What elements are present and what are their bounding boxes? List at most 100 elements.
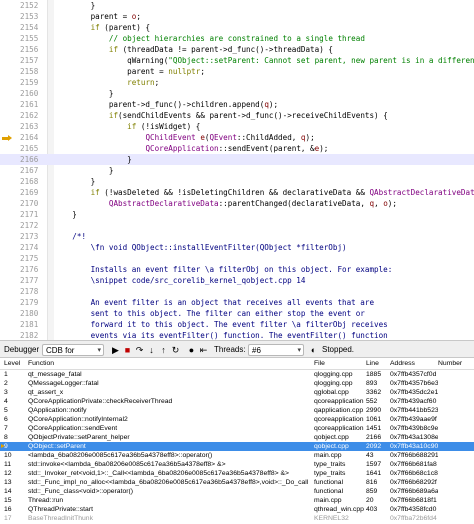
code-line[interactable]: 2159 return; xyxy=(0,77,474,88)
line-number[interactable]: 2154 xyxy=(20,22,46,33)
code-line[interactable]: 2181 forward it to this object. The even… xyxy=(0,319,474,330)
code-line[interactable]: 2173 /*! xyxy=(0,231,474,242)
code-line[interactable]: 2182 events via its eventFilter() functi… xyxy=(0,330,474,340)
stack-cell-file: functional xyxy=(314,488,344,495)
thread-select[interactable]: #6 QThread xyxy=(248,344,304,367)
stack-frame-row[interactable]: 8 QObjectPrivate::setParent_helper qobject… xyxy=(0,433,474,442)
column-header-number[interactable]: Number xyxy=(438,358,474,370)
line-number[interactable]: 2166 xyxy=(20,154,46,165)
code-line[interactable]: 2170 QAbstractDeclarativeData::parentCha… xyxy=(0,198,474,209)
line-number[interactable]: 2156 xyxy=(20,44,46,55)
code-line[interactable]: 2166 } xyxy=(0,154,474,165)
line-number[interactable]: 2158 xyxy=(20,66,46,77)
code-token: ); xyxy=(305,133,315,142)
step-over-icon[interactable]: ↷ xyxy=(134,344,145,356)
code-line[interactable]: 2161 parent->d_func()->children.append(q… xyxy=(0,99,474,110)
code-line[interactable]: 2169 if (!wasDeleted && !isDeletingChild… xyxy=(0,187,474,198)
code-line[interactable]: 2180 sent to this object. The filter can… xyxy=(0,308,474,319)
line-number[interactable]: 2153 xyxy=(20,11,46,22)
line-number[interactable]: 2168 xyxy=(20,176,46,187)
line-number[interactable]: 2182 xyxy=(20,330,46,340)
column-header-file[interactable]: File xyxy=(314,358,364,370)
code-line[interactable]: 2153 parent = o; xyxy=(0,11,474,22)
stop-icon[interactable]: ■ xyxy=(122,344,133,356)
line-number[interactable]: 2159 xyxy=(20,77,46,88)
line-number[interactable]: 2167 xyxy=(20,165,46,176)
code-line[interactable]: 2174 \fn void QObject::installEventFilte… xyxy=(0,242,474,253)
code-line[interactable]: 2165 QCoreApplication::sendEvent(parent,… xyxy=(0,143,474,154)
line-number[interactable]: 2178 xyxy=(20,286,46,297)
snapshot-icon[interactable]: ◐ xyxy=(308,344,319,356)
code-line[interactable]: 2178 xyxy=(0,286,474,297)
line-number[interactable]: 2162 xyxy=(20,110,46,121)
stack-frame-row[interactable]: 1 qt_message_fatal qlogging.cpp 1885 0x7ffb4… xyxy=(0,370,474,379)
line-number[interactable]: 2180 xyxy=(20,308,46,319)
line-number[interactable]: 2177 xyxy=(20,275,46,286)
code-line[interactable]: 2172 xyxy=(0,220,474,231)
step-out-icon[interactable]: ↑ xyxy=(158,344,169,356)
step-into-icon[interactable]: ↓ xyxy=(146,344,157,356)
stack-frame-row[interactable]: 9 QObject::setParent qobject.cpp 2092 0x7ffb… xyxy=(0,442,474,451)
restart-icon[interactable]: ↻ xyxy=(170,344,181,356)
line-number[interactable]: 2155 xyxy=(20,33,46,44)
line-number[interactable]: 2164 xyxy=(20,132,46,143)
code-line[interactable]: 2167 } xyxy=(0,165,474,176)
line-number[interactable]: 2171 xyxy=(20,209,46,220)
code-line[interactable]: 2164 QChildEvent e(QEvent::ChildAdded, q… xyxy=(0,132,474,143)
stack-frame-row[interactable]: 7 QCoreApplication::sendEvent qcoreapplica… xyxy=(0,424,474,433)
reverse-icon[interactable]: ⇤ xyxy=(198,344,209,356)
line-number[interactable]: 2157 xyxy=(20,55,46,66)
stack-frame-row[interactable]: 6 QCoreApplication::notifyInternal2 qcorea… xyxy=(0,415,474,424)
line-number[interactable]: 2174 xyxy=(20,242,46,253)
line-number[interactable]: 2160 xyxy=(20,88,46,99)
code-line[interactable]: 2168 } xyxy=(0,176,474,187)
stack-frame-row[interactable]: 12 std::_Invoker_ret<void,1>::_Call<<lamb… xyxy=(0,469,474,478)
line-number[interactable]: 2170 xyxy=(20,198,46,209)
stack-frame-row[interactable]: 4 QCoreApplicationPrivate::checkReceiverT… xyxy=(0,397,474,406)
code-line[interactable]: 2157 qWarning("QObject::setParent: Canno… xyxy=(0,55,474,66)
line-number[interactable]: 2161 xyxy=(20,99,46,110)
engine-select[interactable]: CDB for "Test" xyxy=(42,344,104,367)
column-header-level[interactable]: Level xyxy=(4,358,26,370)
code-line[interactable]: 2177 \snippet code/src_corelib_kernel_qo… xyxy=(0,275,474,286)
stack-frame-row[interactable]: 3 qt_assert_x qglobal.cpp 3362 0x7ffb435dc2e… xyxy=(0,388,474,397)
code-line[interactable]: 2175 xyxy=(0,253,474,264)
code-line[interactable]: 2162 if(sendChildEvents && parent->d_fun… xyxy=(0,110,474,121)
line-number[interactable]: 2173 xyxy=(20,231,46,242)
stack-frame-row[interactable]: 13 std::_Func_impl_no_alloc<<lambda_6ba08… xyxy=(0,478,474,487)
stack-frame-row[interactable]: 11 std::invoke<<lambda_6ba08206e0085c617e… xyxy=(0,460,474,469)
line-number[interactable]: 2165 xyxy=(20,143,46,154)
column-header-line[interactable]: Line xyxy=(366,358,388,370)
code-line[interactable]: 2152 } xyxy=(0,0,474,11)
toggle-breakpoint-icon[interactable]: ● xyxy=(186,344,197,356)
code-editor[interactable]: 2152 } 2153 parent = o; 2154 if (parent) {… xyxy=(0,0,474,340)
stack-frame-row[interactable]: 15 Thread::run main.cpp 20 0x7ff66b6818f1 xyxy=(0,496,474,505)
stack-frame-row[interactable]: 17 BaseThreadInitThunk KERNEL32 0x7ffba72b6… xyxy=(0,514,474,523)
code-line[interactable]: 2156 if (threadData != parent->d_func()-… xyxy=(0,44,474,55)
line-number[interactable]: 2163 xyxy=(20,121,46,132)
stack-frame-row[interactable]: 5 QApplication::notify qapplication.cpp 299… xyxy=(0,406,474,415)
code-line[interactable]: 2179 An event filter is an object that r… xyxy=(0,297,474,308)
stack-frame-row[interactable]: 10 <lambda_6ba08206e0085c617ea36b5a4378ef… xyxy=(0,451,474,460)
code-line[interactable]: 2155 // object hierarchies are constrain… xyxy=(0,33,474,44)
code-line[interactable]: 2158 parent = nullptr; xyxy=(0,66,474,77)
line-number[interactable]: 2181 xyxy=(20,319,46,330)
code-line[interactable]: 2171 } xyxy=(0,209,474,220)
code-line[interactable]: 2163 if (!isWidget) { xyxy=(0,121,474,132)
line-number[interactable]: 2176 xyxy=(20,264,46,275)
line-number[interactable]: 2169 xyxy=(20,187,46,198)
stack-view[interactable]: Level Function File Line Address Number … xyxy=(0,358,474,524)
line-number[interactable]: 2172 xyxy=(20,220,46,231)
column-header-address[interactable]: Address xyxy=(390,358,438,370)
code-line[interactable]: 2154 if (parent) { xyxy=(0,22,474,33)
code-line[interactable]: 2176 Installs an event filter \a filterO… xyxy=(0,264,474,275)
continue-icon[interactable]: ▶ xyxy=(110,344,121,356)
stack-frame-row[interactable]: 2 QMessageLogger::fatal qlogging.cpp 893 0x7… xyxy=(0,379,474,388)
line-number[interactable]: 2152 xyxy=(20,0,46,11)
code-line[interactable]: 2160 } xyxy=(0,88,474,99)
stack-frame-row[interactable]: 14 std::_Func_class<void>::operator() func… xyxy=(0,487,474,496)
code-text: } xyxy=(54,165,114,176)
line-number[interactable]: 2179 xyxy=(20,297,46,308)
line-number[interactable]: 2175 xyxy=(20,253,46,264)
stack-frame-row[interactable]: 16 QThreadPrivate::start qthread_win.cpp 40… xyxy=(0,505,474,514)
